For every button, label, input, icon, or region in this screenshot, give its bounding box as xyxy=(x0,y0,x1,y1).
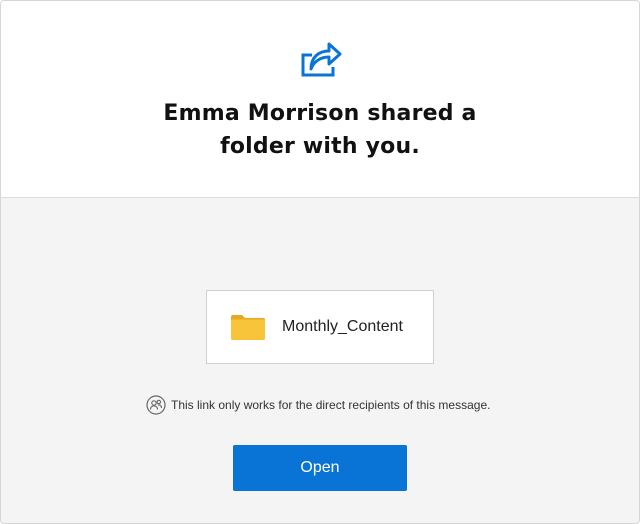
title-line-2: folder with you. xyxy=(220,134,420,159)
recipients-icon xyxy=(146,395,166,415)
share-arrow-icon xyxy=(301,42,342,77)
notification-header: Emma Morrison shared a folder with you. xyxy=(1,1,639,198)
page-title: Emma Morrison shared a folder with you. xyxy=(1,97,639,163)
folder-name: Monthly_Content xyxy=(282,318,403,335)
folder-icon xyxy=(231,315,265,340)
shared-folder-item[interactable]: Monthly_Content xyxy=(206,290,434,364)
share-notification-card: Emma Morrison shared a folder with you. … xyxy=(0,0,640,524)
title-line-1: Emma Morrison shared a xyxy=(163,101,477,126)
recipients-notice-text: This link only works for the direct reci… xyxy=(171,398,491,412)
recipients-notice: This link only works for the direct reci… xyxy=(146,394,490,416)
open-button[interactable]: Open xyxy=(233,445,407,491)
